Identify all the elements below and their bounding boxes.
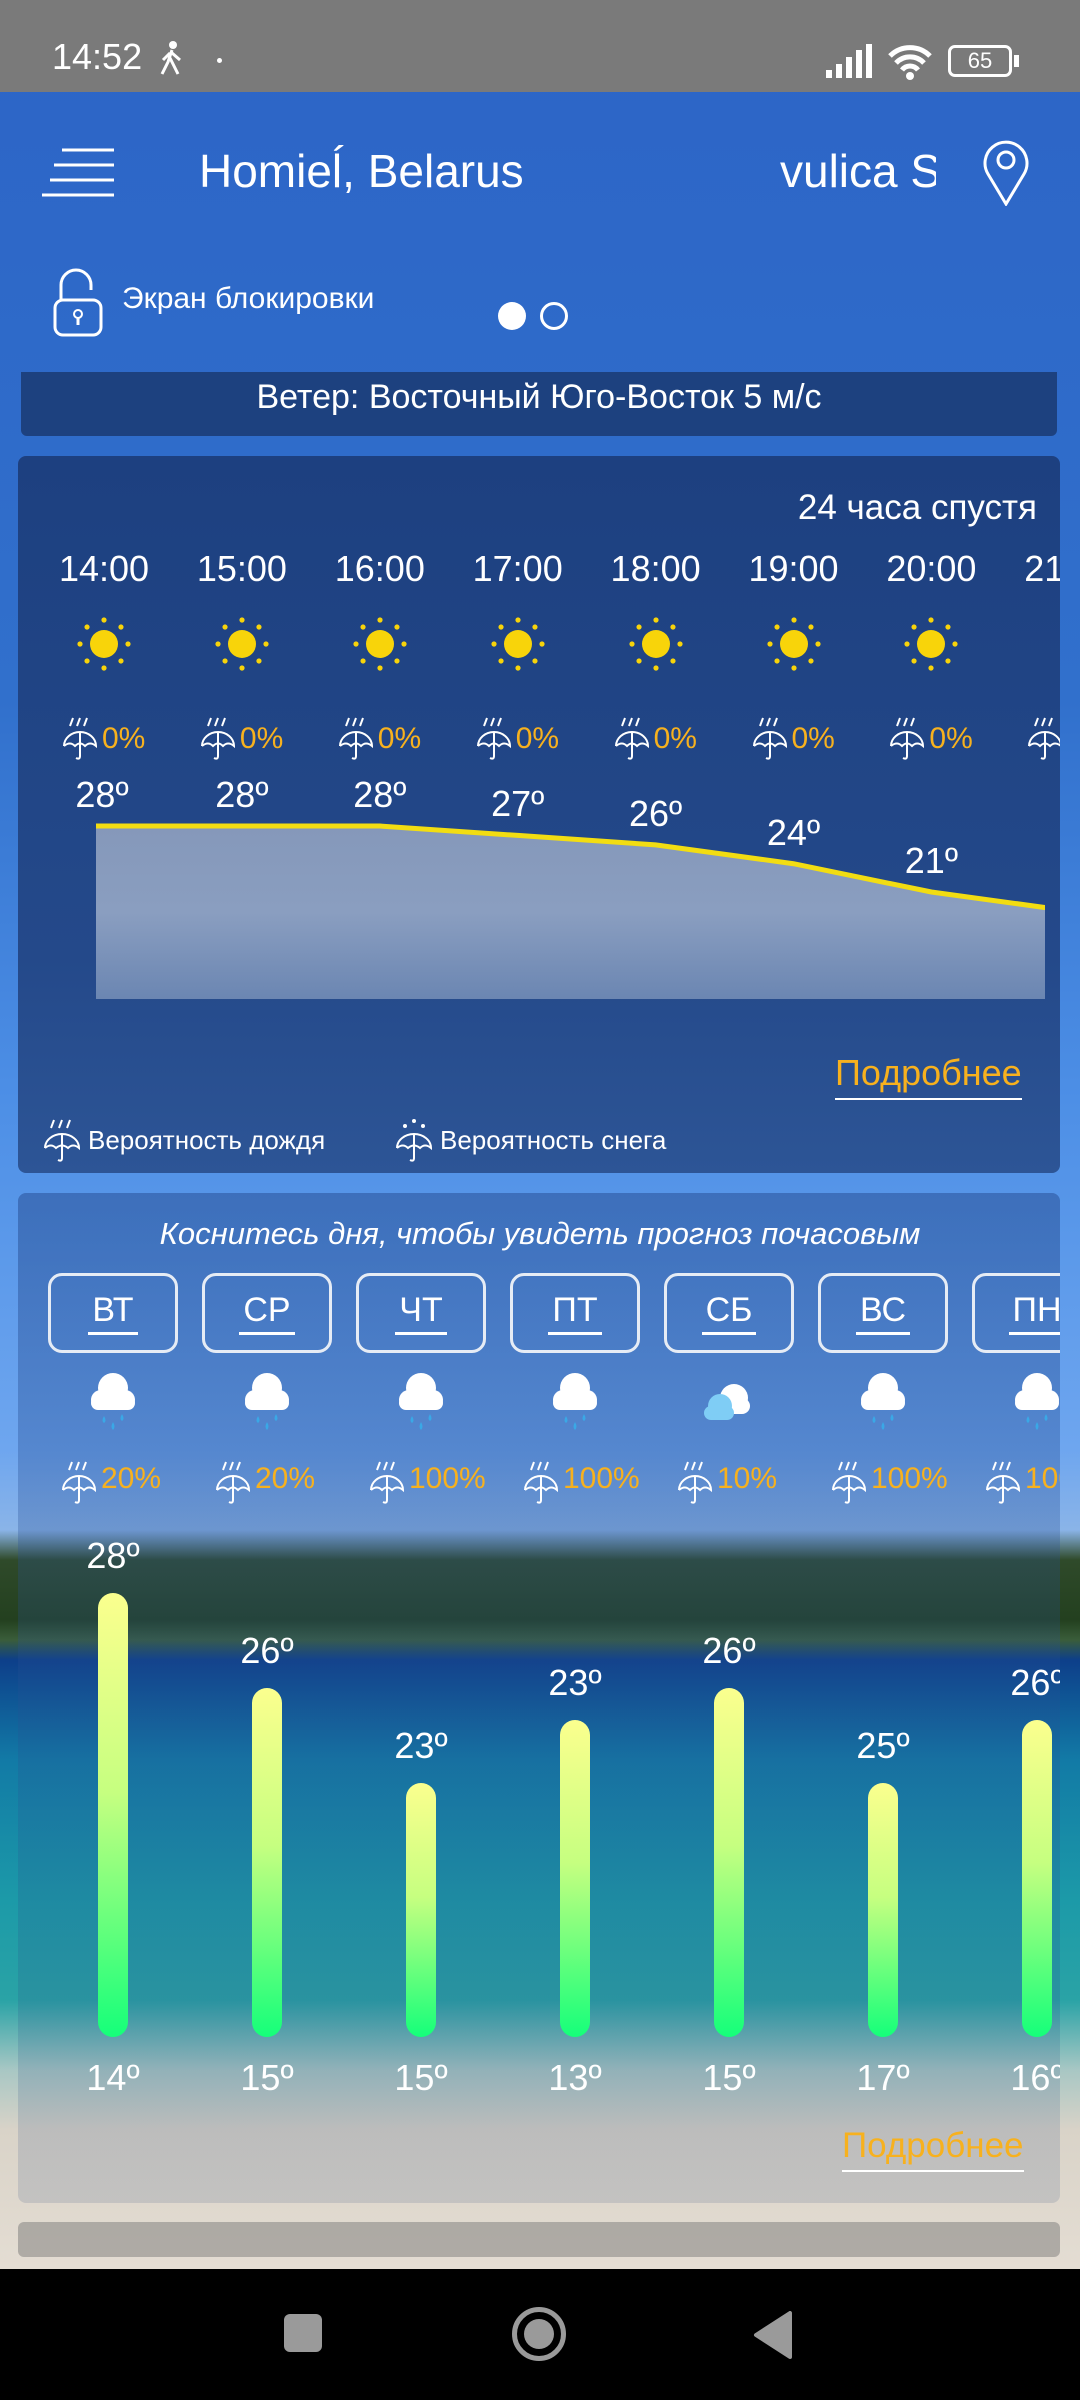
daily-more-link[interactable]: Подробнее — [842, 2126, 1024, 2172]
temp-range-bar — [98, 1593, 128, 2037]
rain-cloud-icon — [245, 1373, 289, 1430]
recents-button[interactable] — [284, 2314, 322, 2352]
day-label: ПТ — [548, 1291, 602, 1335]
next-card-peek — [18, 2222, 1060, 2257]
min-temp-label: 14º — [86, 2057, 140, 2098]
rain-chance: 100% — [871, 1462, 948, 1495]
temp-range-bar — [252, 1688, 282, 2037]
navigation-bar — [0, 2269, 1080, 2400]
day-button-ЧТ[interactable]: ЧТ — [356, 1273, 486, 1353]
min-temp-label: 15º — [394, 2057, 448, 2098]
rain-chance: 100% — [409, 1462, 486, 1495]
temp-range-bar — [560, 1720, 590, 2037]
back-button[interactable] — [752, 2311, 792, 2359]
min-temp-label: 17º — [856, 2057, 910, 2098]
rain-chance: 20% — [255, 1462, 316, 1495]
max-temp-label: 25º — [856, 1725, 910, 1767]
max-temp-label: 26º — [240, 1630, 294, 1672]
max-temp-label: 23º — [394, 1725, 448, 1767]
day-label: ЧТ — [395, 1291, 447, 1335]
min-temp-label: 13º — [548, 2057, 602, 2098]
day-label: ПН — [1008, 1291, 1060, 1335]
rain-cloud-icon — [399, 1373, 443, 1430]
day-button-СР[interactable]: СР — [202, 1273, 332, 1353]
rain-cloud-icon — [91, 1373, 135, 1430]
rain-umbrella-icon — [986, 1461, 1021, 1504]
rain-umbrella-icon — [370, 1461, 405, 1504]
day-label: СР — [239, 1291, 295, 1335]
min-temp-label: 15º — [702, 2057, 756, 2098]
rain-chance: 20% — [101, 1462, 162, 1495]
rain-umbrella-icon — [524, 1461, 559, 1504]
max-temp-label: 23º — [548, 1662, 602, 1703]
cloudy-icon — [704, 1384, 750, 1420]
rain-umbrella-icon — [678, 1461, 713, 1504]
temp-range-bar — [406, 1783, 436, 2037]
temp-range-bar — [714, 1688, 744, 2037]
day-button-ПН[interactable]: ПН — [972, 1273, 1060, 1353]
max-temp-label: 26º — [702, 1630, 756, 1672]
max-temp-label: 28º — [86, 1535, 140, 1577]
temp-range-bar — [868, 1783, 898, 2037]
rain-cloud-icon — [1015, 1373, 1059, 1430]
min-temp-label: 16º — [1010, 2057, 1060, 2098]
rain-chance: 100% — [563, 1462, 640, 1495]
rain-cloud-icon — [553, 1373, 597, 1430]
home-button[interactable] — [512, 2307, 566, 2361]
day-button-СБ[interactable]: СБ — [664, 1273, 794, 1353]
temp-range-bar — [1022, 1720, 1052, 2037]
rain-chance: 100% — [1025, 1462, 1060, 1495]
max-temp-label: 26º — [1010, 1662, 1060, 1703]
rain-umbrella-icon — [62, 1461, 97, 1504]
rain-cloud-icon — [861, 1373, 905, 1430]
day-label: ВТ — [88, 1291, 138, 1335]
day-button-ВТ[interactable]: ВТ — [48, 1273, 178, 1353]
day-button-ПТ[interactable]: ПТ — [510, 1273, 640, 1353]
day-label: ВС — [855, 1291, 911, 1335]
min-temp-label: 15º — [240, 2057, 294, 2098]
day-label: СБ — [701, 1291, 757, 1335]
day-button-ВС[interactable]: ВС — [818, 1273, 948, 1353]
rain-umbrella-icon — [216, 1461, 251, 1504]
rain-umbrella-icon — [832, 1461, 867, 1504]
rain-chance: 10% — [717, 1462, 778, 1495]
